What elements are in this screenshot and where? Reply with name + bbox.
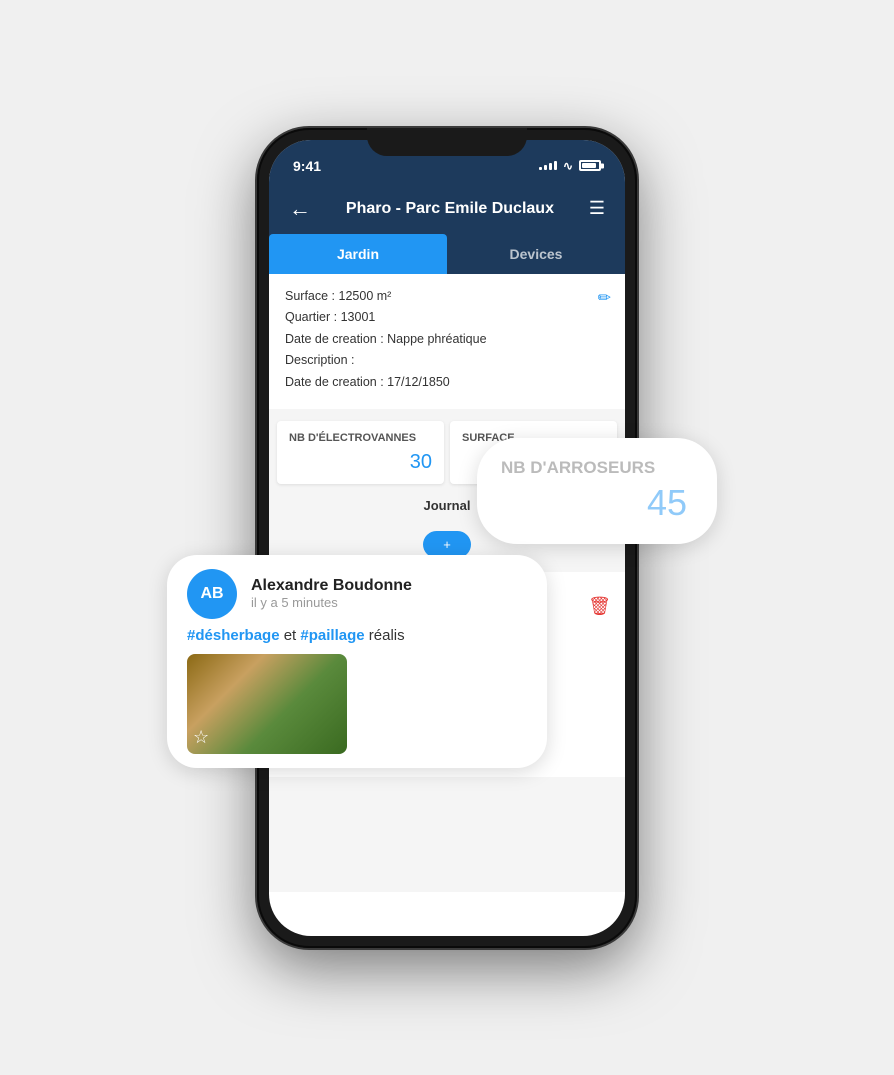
date-creation2-value: 17/12/1850 bbox=[387, 375, 450, 389]
tooltip-meta: Alexandre Boudonne il y a 5 minutes bbox=[251, 577, 412, 610]
tooltip-avatar: AB bbox=[187, 569, 237, 619]
tooltip-journal: AB Alexandre Boudonne il y a 5 minutes #… bbox=[167, 555, 547, 768]
info-section: Surface : 12500 m² Quartier : 13001 Date… bbox=[269, 274, 625, 410]
phone-notch bbox=[367, 128, 527, 156]
stat-card-electrovannes: NB D'ÉLECTROVANNES 30 bbox=[277, 421, 444, 484]
stat-value-electrovannes: 30 bbox=[289, 451, 432, 474]
quartier-row: Quartier : 13001 bbox=[285, 309, 609, 327]
tabs: Jardin Devices bbox=[269, 234, 625, 274]
wifi-icon: ∿ bbox=[563, 159, 573, 173]
description-row: Description : bbox=[285, 352, 609, 370]
tooltip-arroseurs: NB D'ARROSEURS 45 bbox=[477, 438, 717, 544]
signal-icon bbox=[539, 161, 557, 170]
surface-value: 12500 m² bbox=[339, 289, 392, 303]
tooltip-image: ☆ bbox=[187, 654, 347, 754]
tooltip-journal-header: AB Alexandre Boudonne il y a 5 minutes bbox=[187, 569, 527, 619]
menu-button[interactable]: ☰ bbox=[589, 198, 605, 219]
edit-icon[interactable]: ✏ bbox=[598, 288, 611, 308]
tooltip-star-icon[interactable]: ☆ bbox=[193, 727, 209, 748]
tooltip-text-end: réalis bbox=[365, 627, 405, 644]
tooltip-author: Alexandre Boudonne bbox=[251, 577, 412, 595]
date-creation2-row: Date de creation : 17/12/1850 bbox=[285, 374, 609, 392]
tooltip-hashtag-desherbage: #désherbage bbox=[187, 627, 280, 644]
surface-row: Surface : 12500 m² bbox=[285, 288, 609, 306]
status-time: 9:41 bbox=[293, 158, 321, 174]
tooltip-hashtag-paillage: #paillage bbox=[300, 627, 364, 644]
date-creation-row: Date de creation : Nappe phréatique bbox=[285, 331, 609, 349]
status-icons: ∿ bbox=[539, 159, 601, 173]
quartier-value: 13001 bbox=[341, 310, 376, 324]
stat-label-electrovannes: NB D'ÉLECTROVANNES bbox=[289, 431, 432, 445]
nav-title: Pharo - Parc Emile Duclaux bbox=[346, 200, 554, 218]
tooltip-time: il y a 5 minutes bbox=[251, 595, 412, 610]
tab-devices[interactable]: Devices bbox=[447, 234, 625, 274]
delete-icon[interactable]: 🗑 bbox=[588, 596, 611, 617]
tooltip-text: #désherbage et #paillage réalis bbox=[187, 627, 527, 644]
back-button[interactable]: ← bbox=[289, 196, 311, 222]
tooltip-arroseurs-label: NB D'ARROSEURS bbox=[501, 458, 687, 478]
battery-icon bbox=[579, 160, 601, 171]
tab-jardin[interactable]: Jardin bbox=[269, 234, 447, 274]
nav-bar: ← Pharo - Parc Emile Duclaux ☰ bbox=[269, 184, 625, 234]
tooltip-arroseurs-value: 45 bbox=[501, 482, 687, 524]
phone-shell: 9:41 ∿ bbox=[257, 128, 637, 948]
date-creation-value: Nappe phréatique bbox=[387, 332, 486, 346]
